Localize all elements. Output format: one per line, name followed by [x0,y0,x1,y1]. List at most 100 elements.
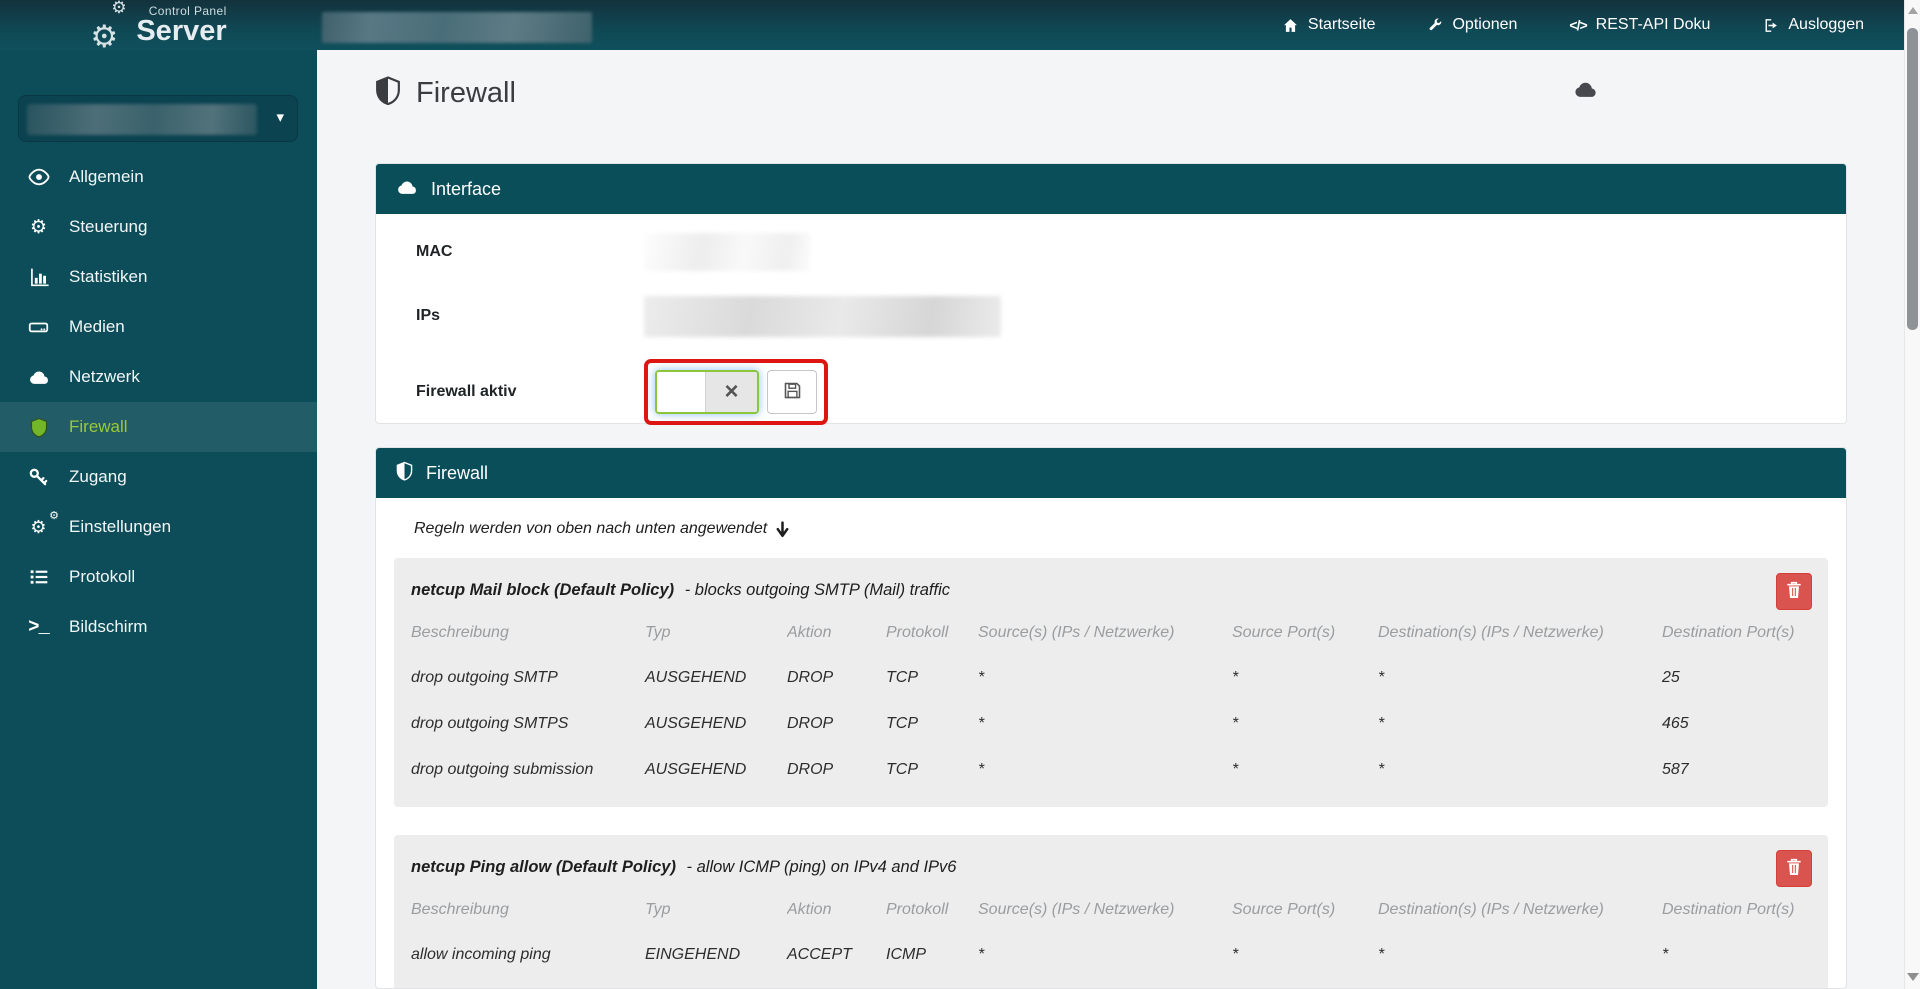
table-cell: AUSGEHEND [645,761,747,778]
brand-name-label: Server [136,15,227,48]
firewall-active-highlight: × [644,359,828,425]
sidebar-item-firewall[interactable]: Firewall [0,402,317,452]
cloud-status-icon [1573,80,1598,103]
scrollbar-down-arrow[interactable] [1907,973,1919,981]
rule-group-mail-block: netcup Mail block (Default Policy) - blo… [394,558,1828,807]
column-header: Beschreibung [411,901,509,918]
sidebar-item-label: Allgemein [69,167,144,186]
sidebar-item-label: Netzwerk [69,367,140,386]
scrollbar-thumb[interactable] [1907,28,1918,330]
topnav-label: Ausloggen [1788,16,1864,33]
topnav-label: Optionen [1452,16,1518,33]
sidebar-item-label: Protokoll [69,567,136,586]
sidebar-item-netzwerk[interactable]: Netzwerk [0,352,317,402]
interface-panel: Interface MAC IPs Firewall aktiv × [375,163,1847,425]
shield-icon [375,76,401,110]
table-cell: allow incoming ping [411,946,551,963]
column-header: Source Port(s) [1232,624,1336,641]
table-row: drop outgoing SMTP AUSGEHEND DROP TCP * … [411,655,1811,701]
bar-chart-icon [25,267,52,287]
firewall-panel-body: Regeln werden von oben nach unten angewe… [376,498,1846,988]
sidebar-item-label: Medien [69,317,125,336]
column-header: Typ [645,901,671,918]
chevron-down-icon: ▾ [276,109,284,126]
ips-label: IPs [416,307,441,324]
brand-text: Control Panel Server [136,4,226,46]
delete-rule-group-button[interactable] [1776,573,1812,610]
table-cell: * [1232,669,1239,686]
column-header: Destination Port(s) [1662,901,1795,918]
sidebar-item-label: Bildschirm [69,617,148,636]
table-cell: TCP [886,761,918,778]
shield-icon [25,417,52,438]
redacted-server-name [27,104,257,135]
table-cell: EINGEHEND [645,946,741,963]
topnav-label: Startseite [1307,16,1376,33]
column-header: Beschreibung [411,624,509,641]
table-cell: * [1378,715,1385,732]
table-cell: * [1378,946,1385,963]
table-cell: AUSGEHEND [645,715,747,732]
scrollbar-up-arrow[interactable] [1908,7,1918,14]
brand-logo: ⚙ ⚙ Control Panel Server [0,0,317,54]
hard-drive-icon [25,318,52,336]
toggle-off-segment[interactable]: × [705,372,757,412]
rule-group-ping-allow: netcup Ping allow (Default Policy) - all… [394,835,1828,988]
toggle-on-segment[interactable] [657,372,705,412]
topnav-optionen[interactable]: Optionen [1427,16,1517,34]
redacted-server-title [322,12,592,43]
topnav: Startseite Optionen </> REST-API Doku Au… [1282,0,1864,50]
topnav-ausloggen[interactable]: Ausloggen [1762,16,1864,34]
table-cell: 465 [1662,715,1689,732]
firewall-active-toggle[interactable]: × [655,370,759,414]
topnav-label: REST-API Doku [1595,16,1711,33]
firewall-panel: Firewall Regeln werden von oben nach unt… [375,447,1847,989]
rule-group-name: netcup Mail block (Default Policy) [411,581,675,599]
eye-icon [25,168,52,186]
screen: ⚙ ⚙ Control Panel Server Startseite Opti… [0,0,1920,989]
wrench-icon [1427,17,1443,33]
table-cell: TCP [886,715,918,732]
sidebar-item-medien[interactable]: Medien [0,302,317,352]
server-select-dropdown[interactable]: ▾ [18,95,298,142]
rule-group-name: netcup Ping allow (Default Policy) [411,858,676,876]
column-header: Destination(s) (IPs / Netzwerke) [1378,624,1604,641]
logout-icon [1762,17,1779,34]
sidebar-item-bildschirm[interactable]: >_ Bildschirm [0,602,317,652]
panel-title: Firewall [426,462,489,483]
page-title: Firewall [416,76,516,109]
sidebar-nav: Allgemein ⚙ Steuerung Statistiken Medien [0,152,317,652]
sidebar-item-label: Statistiken [69,267,148,286]
sidebar-item-einstellungen[interactable]: ⚙ ⚙ Einstellungen [0,502,317,552]
save-button[interactable] [767,370,817,414]
sidebar-item-allgemein[interactable]: Allgemein [0,152,317,202]
panel-title: Interface [431,178,502,199]
x-icon: × [724,378,739,405]
sidebar-item-zugang[interactable]: Zugang [0,452,317,502]
delete-rule-group-button[interactable] [1776,850,1812,887]
sidebar-item-statistiken[interactable]: Statistiken [0,252,317,302]
mac-row: MAC [416,220,1846,284]
interface-panel-header: Interface [376,164,1846,214]
cloud-icon [25,369,52,385]
table-header-row: Beschreibung Typ Aktion Protokoll Source… [411,889,1811,932]
table-cell: 25 [1662,669,1680,686]
arrow-down-icon [776,520,789,537]
column-header: Typ [645,624,671,641]
cloud-icon [396,179,418,200]
sidebar-item-steuerung[interactable]: ⚙ Steuerung [0,202,317,252]
topnav-rest-api-doku[interactable]: </> REST-API Doku [1569,16,1710,34]
topnav-startseite[interactable]: Startseite [1282,16,1376,34]
gears-icon: ⚙ ⚙ [30,510,59,537]
trash-icon [1786,858,1802,879]
topbar: ⚙ ⚙ Control Panel Server Startseite Opti… [0,0,1920,54]
firewall-active-row: Firewall aktiv × [416,348,1846,436]
table-cell: DROP [787,669,834,686]
sidebar-item-protokoll[interactable]: Protokoll [0,552,317,602]
redacted-ips-value [644,295,1001,337]
table-row: drop outgoing submission AUSGEHEND DROP … [411,747,1811,793]
gear-icon: ⚙ [90,19,119,54]
rule-group-description: - allow ICMP (ping) on IPv4 and IPv6 [686,858,957,876]
column-header: Protokoll [886,624,949,641]
rule-group-description: - blocks outgoing SMTP (Mail) traffic [684,581,951,599]
